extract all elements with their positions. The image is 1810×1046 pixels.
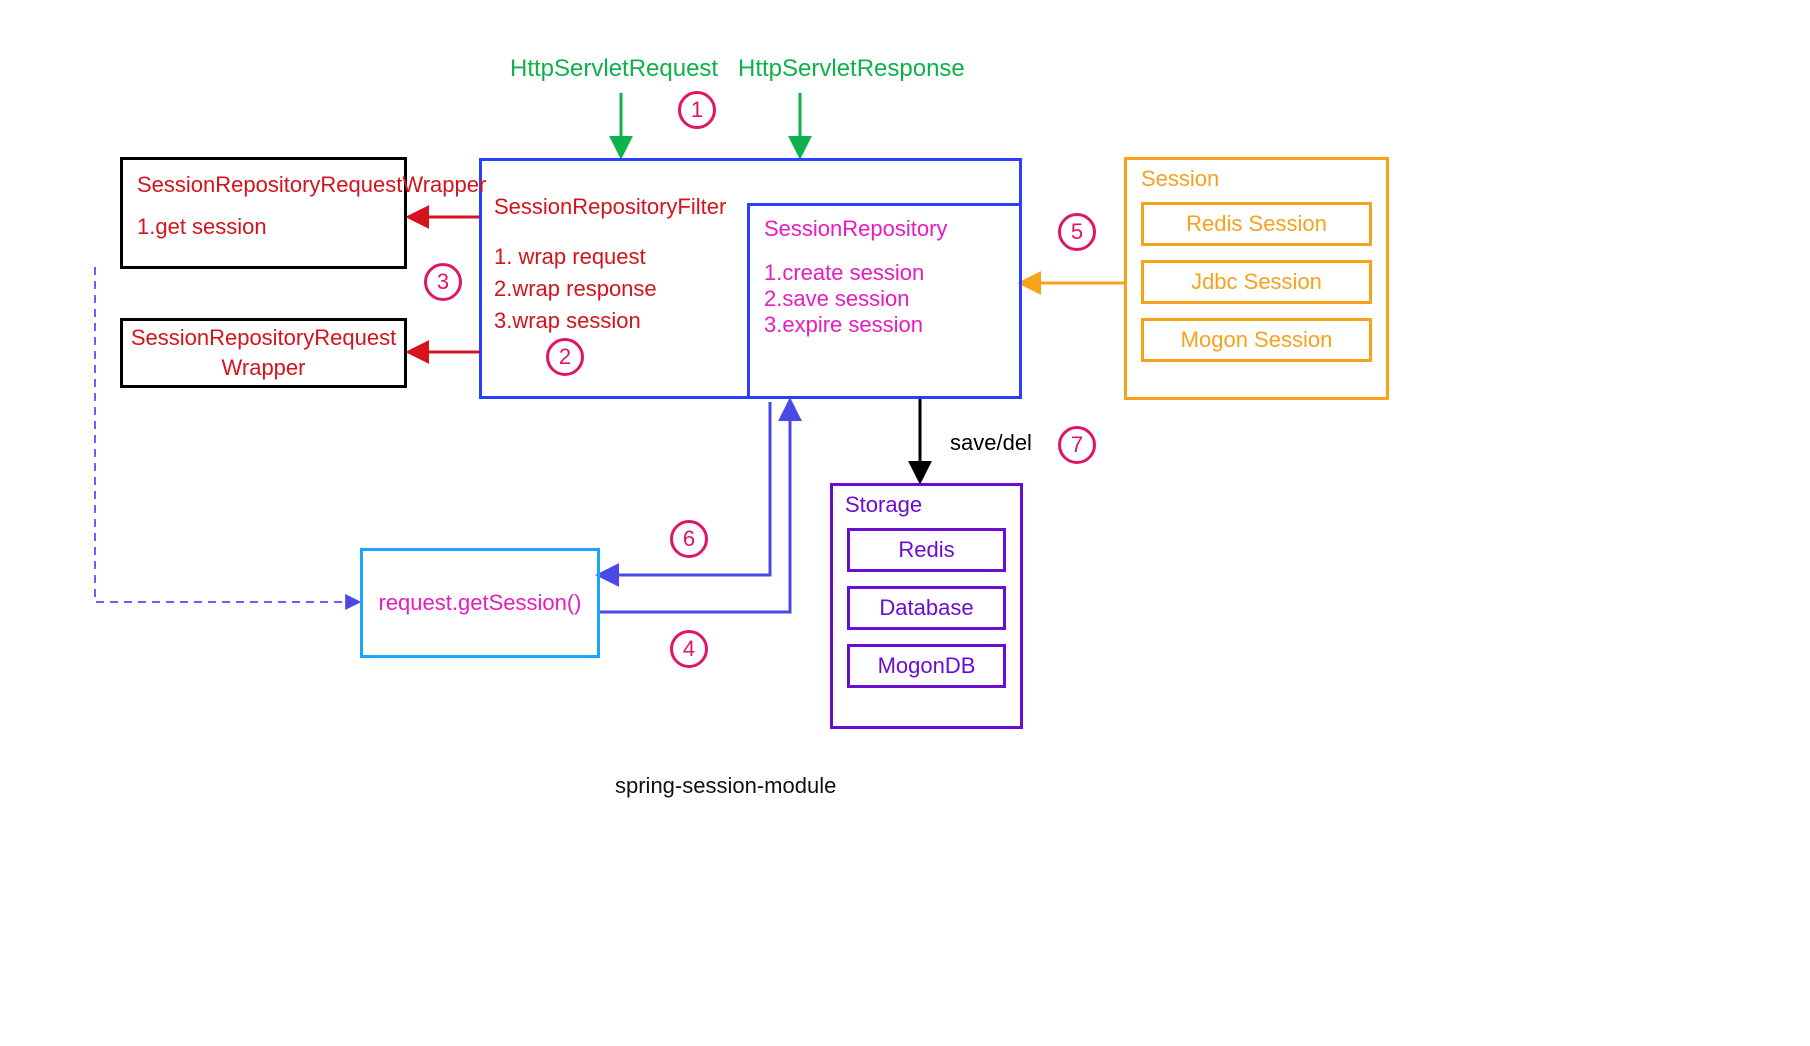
save-del-label: save/del	[950, 430, 1032, 456]
wrapper1-line1: 1.get session	[137, 212, 390, 242]
filter-title: SessionRepositoryFilter	[494, 191, 726, 223]
diagram-caption: spring-session-module	[615, 773, 836, 799]
session-item-redis: Redis Session	[1141, 202, 1372, 246]
wrapper2-title: SessionRepositoryRequestWrapper	[131, 323, 396, 382]
session-item-jdbc: Jdbc Session	[1141, 260, 1372, 304]
step-6-badge: 6	[670, 520, 708, 558]
filter-line2: 2.wrap response	[494, 273, 726, 305]
step-7-badge: 7	[1058, 426, 1096, 464]
filter-block: SessionRepositoryFilter 1. wrap request …	[494, 191, 726, 337]
storage-item-database: Database	[847, 586, 1006, 630]
session-title: Session	[1141, 166, 1372, 192]
storage-item-redis: Redis	[847, 528, 1006, 572]
get-session-box: request.getSession()	[360, 548, 600, 658]
session-repository-line2: 2.save session	[764, 286, 1005, 312]
session-item-mongo: Mogon Session	[1141, 318, 1372, 362]
storage-title: Storage	[845, 492, 1006, 518]
session-repository-line3: 3.expire session	[764, 312, 1005, 338]
step-4-badge: 4	[670, 630, 708, 668]
get-session-label: request.getSession()	[379, 590, 582, 616]
step-5: 5	[1071, 219, 1083, 245]
step-3: 3	[437, 269, 449, 295]
http-response-label: HttpServletResponse	[738, 55, 965, 83]
storage-box: Storage Redis Database MogonDB	[830, 483, 1023, 729]
step-2: 2	[559, 344, 571, 370]
step-2-badge: 2	[546, 338, 584, 376]
session-repository-line1: 1.create session	[764, 260, 1005, 286]
session-box: Session Redis Session Jdbc Session Mogon…	[1124, 157, 1389, 400]
storage-item-mongodb: MogonDB	[847, 644, 1006, 688]
session-repository-box: SessionRepository 1.create session 2.sav…	[747, 203, 1022, 399]
filter-line3: 3.wrap session	[494, 305, 726, 337]
request-wrapper-box-1: SessionRepositoryRequestWrapper 1.get se…	[120, 157, 407, 269]
step-5-badge: 5	[1058, 213, 1096, 251]
step-7: 7	[1071, 432, 1083, 458]
step-4: 4	[683, 636, 695, 662]
step-6: 6	[683, 526, 695, 552]
wrapper1-title: SessionRepositoryRequestWrapper	[137, 170, 390, 200]
step-3-badge: 3	[424, 263, 462, 301]
filter-line1: 1. wrap request	[494, 241, 726, 273]
request-wrapper-box-2: SessionRepositoryRequestWrapper	[120, 318, 407, 388]
session-repository-title: SessionRepository	[764, 216, 1005, 242]
step-1: 1	[691, 97, 703, 123]
http-request-label: HttpServletRequest	[510, 55, 718, 83]
step-1-badge: 1	[678, 91, 716, 129]
